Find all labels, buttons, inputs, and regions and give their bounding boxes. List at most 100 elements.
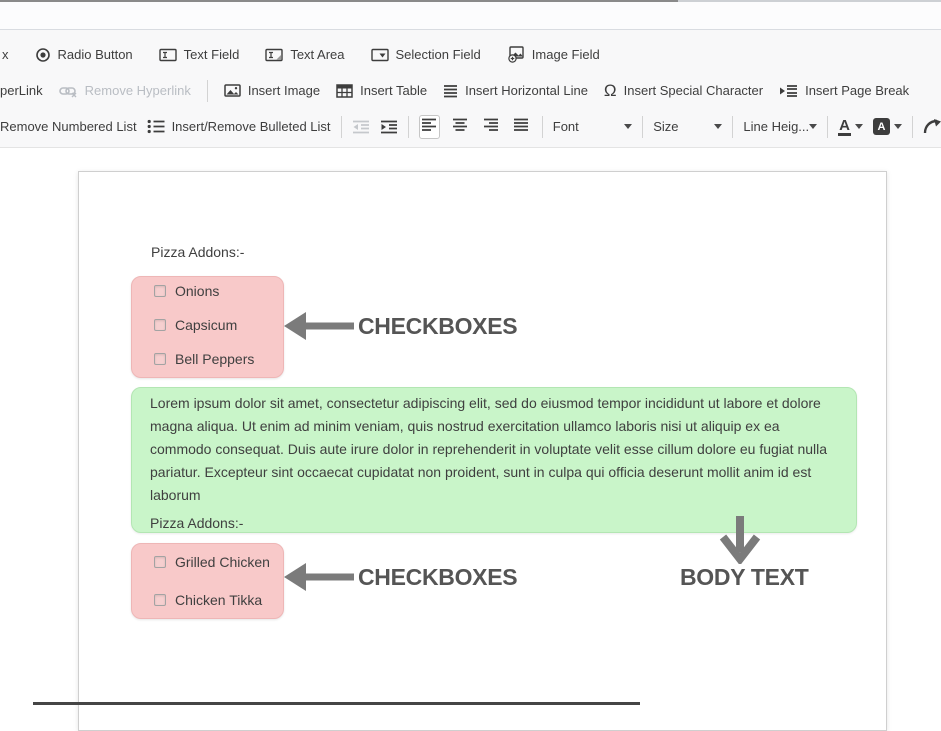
bulleted-list-label: Insert/Remove Bulleted List — [171, 119, 331, 134]
insert-horizontal-line-button[interactable]: Insert Horizontal Line — [443, 83, 588, 98]
justify-icon — [513, 118, 529, 135]
checkbox-option-grilled-chicken: Grilled Chicken — [132, 554, 283, 570]
text-field-label: Text Field — [183, 47, 240, 62]
insert-image-button[interactable]: Insert Image — [224, 83, 320, 98]
checkbox-label: Onions — [175, 283, 220, 299]
editor-toolbar: x Radio Button Text Field Text Area Sele… — [0, 29, 941, 148]
editor-heading[interactable]: Pizza Addons:- — [151, 244, 244, 260]
annotation-arrow-down — [719, 516, 761, 564]
text-field-icon — [158, 48, 177, 62]
text-color-button[interactable]: A — [838, 118, 863, 136]
checkbox[interactable] — [154, 319, 166, 331]
text-color-icon: A — [838, 116, 851, 136]
checkbox-button-clipped[interactable]: x — [2, 47, 9, 62]
radio-button-button[interactable]: Radio Button — [35, 47, 133, 63]
chevron-down-icon — [893, 124, 902, 129]
toolbar-separator — [827, 115, 829, 138]
body-paragraph[interactable]: Lorem ipsum dolor sit amet, consectetur … — [150, 392, 838, 507]
align-center-icon — [452, 118, 468, 135]
insert-special-character-button[interactable]: Ω Insert Special Character — [604, 82, 763, 99]
checkbox-label: Grilled Chicken — [175, 554, 270, 570]
selection-field-button[interactable]: Selection Field — [370, 47, 481, 62]
radio-button-icon — [35, 47, 51, 63]
remove-hyperlink-label: Remove Hyperlink — [84, 83, 191, 98]
background-color-button[interactable]: A — [872, 118, 902, 135]
omega-icon: Ω — [603, 81, 617, 100]
maximize-button-clipped[interactable] — [923, 118, 941, 135]
insert-special-character-label: Insert Special Character — [623, 83, 764, 98]
chevron-down-icon — [714, 124, 723, 129]
checkbox[interactable] — [154, 285, 166, 297]
radio-button-label: Radio Button — [57, 47, 133, 62]
align-left-icon — [421, 118, 437, 135]
decrease-indent-icon — [352, 120, 370, 134]
checkbox-label: Chicken Tikka — [175, 592, 263, 608]
annotation-arrow-left-2 — [284, 563, 354, 591]
line-height-dropdown[interactable]: Line Heig... — [743, 119, 818, 134]
align-left-button[interactable] — [418, 114, 440, 139]
bulleted-list-button[interactable]: Insert/Remove Bulleted List — [147, 119, 331, 134]
checkbox-option-bell-peppers: Bell Peppers — [132, 351, 283, 367]
remove-hyperlink-icon — [58, 84, 78, 98]
checkbox[interactable] — [154, 556, 166, 568]
numbered-list-button-clipped[interactable]: Remove Numbered List — [0, 119, 137, 134]
insert-image-label: Insert Image — [247, 83, 321, 98]
size-dropdown-label: Size — [653, 119, 679, 134]
toolbar-separator — [541, 115, 543, 138]
toolbar-separator — [911, 115, 913, 138]
top-strip — [0, 0, 941, 29]
checkbox-option-capsicum: Capsicum — [132, 317, 283, 333]
toolbar-row-form-fields: x Radio Button Text Field Text Area Sele… — [0, 38, 941, 71]
toolbar-separator — [407, 115, 409, 138]
justify-button[interactable] — [511, 115, 532, 139]
maximize-icon — [923, 118, 941, 135]
toolbar-row-insert: perLink Remove Hyperlink Insert Image In… — [0, 74, 941, 107]
size-dropdown[interactable]: Size — [653, 119, 723, 134]
toolbar-separator — [642, 115, 644, 138]
horizontal-line-icon — [443, 84, 458, 98]
checkbox-label: Bell Peppers — [175, 351, 255, 367]
annotation-arrow-left-1 — [284, 312, 354, 340]
insert-table-icon — [336, 83, 353, 98]
hyperlink-button-clipped[interactable]: perLink — [0, 83, 43, 98]
chevron-down-icon — [809, 124, 818, 129]
insert-table-button[interactable]: Insert Table — [336, 83, 427, 98]
text-field-button[interactable]: Text Field — [158, 47, 240, 62]
checkbox[interactable] — [154, 353, 166, 365]
checkbox-group-1: Onions Capsicum Bell Peppers — [131, 276, 284, 378]
annotation-body-text: BODY TEXT — [680, 564, 809, 590]
decrease-indent-button[interactable] — [352, 120, 370, 134]
increase-indent-button[interactable] — [380, 120, 398, 134]
chevron-down-icon — [854, 124, 863, 129]
font-dropdown[interactable]: Font — [553, 119, 633, 134]
checkbox-option-chicken-tikka: Chicken Tikka — [132, 592, 283, 608]
toolbar-separator — [340, 115, 342, 138]
font-dropdown-label: Font — [552, 119, 579, 134]
image-field-button[interactable]: Image Field — [507, 46, 600, 63]
top-border-dark — [0, 0, 678, 2]
chevron-down-icon — [624, 124, 633, 129]
image-field-label: Image Field — [531, 47, 600, 62]
text-area-label: Text Area — [290, 47, 345, 62]
editor-canvas[interactable]: Pizza Addons:- Onions Capsicum Bell Pepp… — [78, 171, 887, 731]
annotation-checkboxes-1: CHECKBOXES — [358, 313, 518, 339]
checkbox-group-2: Grilled Chicken Chicken Tikka — [131, 543, 284, 619]
top-border-light — [678, 0, 941, 2]
text-area-button[interactable]: Text Area — [265, 47, 345, 62]
insert-page-break-label: Insert Page Break — [805, 83, 910, 98]
align-center-button[interactable] — [450, 115, 471, 139]
toolbar-row-format: Remove Numbered List Insert/Remove Bulle… — [0, 110, 941, 143]
align-right-icon — [483, 118, 499, 135]
insert-image-icon — [224, 84, 241, 97]
page-break-icon — [779, 84, 798, 98]
checkbox[interactable] — [154, 594, 166, 606]
bulleted-list-icon — [147, 119, 165, 134]
align-right-button[interactable] — [480, 115, 501, 139]
body-text-highlight[interactable]: Lorem ipsum dolor sit amet, consectetur … — [131, 387, 857, 533]
remove-hyperlink-button[interactable]: Remove Hyperlink — [58, 83, 191, 98]
line-height-dropdown-label: Line Heig... — [743, 119, 810, 134]
toolbar-separator — [732, 115, 734, 138]
insert-page-break-button[interactable]: Insert Page Break — [779, 83, 909, 98]
selection-field-label: Selection Field — [395, 47, 481, 62]
checkbox-option-onions: Onions — [132, 283, 283, 299]
